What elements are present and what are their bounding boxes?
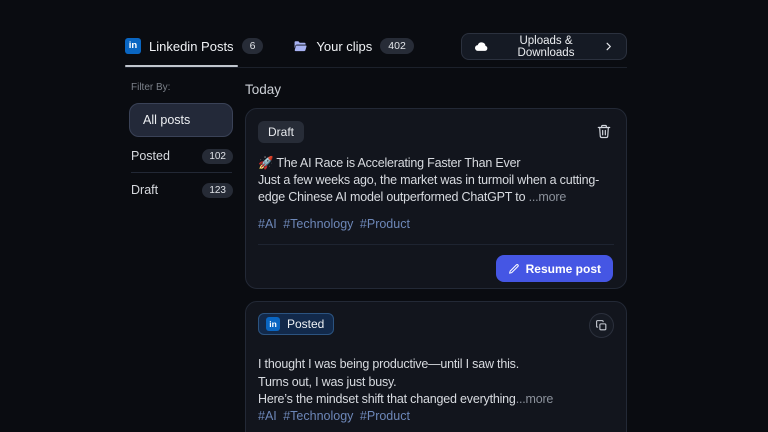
trash-icon [596, 123, 612, 140]
cloud-icon [474, 39, 489, 54]
resume-post-label: Resume post [526, 262, 601, 276]
draft-card-header: Draft [258, 121, 614, 143]
folder-icon [293, 39, 308, 54]
tab-your-clips-label: Your clips [316, 39, 372, 54]
draft-status-badge: Draft [258, 121, 304, 143]
sidebar-divider [131, 172, 232, 173]
posted-status-label: Posted [287, 317, 324, 331]
filter-posted-label: Posted [131, 149, 170, 163]
posted-status-badge: in Posted [258, 313, 334, 335]
filter-draft[interactable]: Draft 123 [131, 179, 233, 201]
pencil-icon [508, 263, 520, 275]
filter-posted-count-badge: 102 [202, 149, 233, 164]
draft-post-body-line-2: edge Chinese AI model outperformed ChatG… [258, 189, 599, 206]
tab-linkedin-posts-label: Linkedin Posts [149, 39, 234, 54]
posted-post-line-2: Turns out, I was just busy. [258, 374, 553, 392]
header-divider [125, 67, 627, 68]
filter-draft-label: Draft [131, 183, 158, 197]
resume-post-button[interactable]: Resume post [496, 255, 613, 282]
linkedin-icon: in [266, 317, 280, 331]
uploads-downloads-button[interactable]: Uploads & Downloads [461, 33, 627, 60]
posted-post-card: in Posted I thought I was being producti… [245, 301, 627, 432]
draft-post-text: 🚀 The AI Race is Accelerating Faster Tha… [258, 155, 599, 206]
more-link[interactable]: ...more [516, 392, 554, 406]
filter-all-posts-label: All posts [143, 113, 190, 127]
tab-linkedin-posts[interactable]: in Linkedin Posts 6 [125, 38, 263, 54]
draft-card-divider [258, 244, 614, 245]
tab-your-clips[interactable]: Your clips 402 [293, 38, 413, 54]
delete-post-button[interactable] [594, 121, 614, 142]
draft-post-title: 🚀 The AI Race is Accelerating Faster Tha… [258, 155, 599, 172]
posted-post-line-1: I thought I was being productive—until I… [258, 356, 553, 374]
draft-post-card: Draft 🚀 The AI Race is Accelerating Fast… [245, 108, 627, 289]
section-title-today: Today [245, 82, 281, 97]
chevron-right-icon [603, 41, 614, 52]
filter-all-posts[interactable]: All posts [129, 103, 233, 137]
posted-card-header: in Posted [258, 313, 614, 338]
draft-post-hashtags: #AI #Technology #Product [258, 217, 410, 231]
draft-post-body-line-1: Just a few weeks ago, the market was in … [258, 172, 599, 189]
posted-post-line-3: Here’s the mindset shift that changed ev… [258, 391, 553, 409]
filter-by-label: Filter By: [131, 82, 170, 93]
app-window: in Linkedin Posts 6 Your clips 402 Uploa… [0, 0, 768, 432]
tab-bar: in Linkedin Posts 6 Your clips 402 [125, 32, 414, 60]
draft-post-body-line-2-text: edge Chinese AI model outperformed ChatG… [258, 190, 529, 204]
linkedin-posts-count-badge: 6 [242, 38, 264, 54]
filter-posted[interactable]: Posted 102 [131, 145, 233, 167]
filter-draft-count-badge: 123 [202, 183, 233, 198]
more-link[interactable]: ...more [529, 190, 567, 204]
copy-icon [595, 319, 608, 332]
posted-post-line-3-text: Here’s the mindset shift that changed ev… [258, 392, 516, 406]
posted-post-hashtags: #AI #Technology #Product [258, 409, 410, 423]
copy-post-button[interactable] [589, 313, 614, 338]
linkedin-icon: in [125, 38, 141, 54]
uploads-downloads-label: Uploads & Downloads [497, 35, 595, 59]
your-clips-count-badge: 402 [380, 38, 414, 54]
posted-post-text: I thought I was being productive—until I… [258, 356, 553, 409]
